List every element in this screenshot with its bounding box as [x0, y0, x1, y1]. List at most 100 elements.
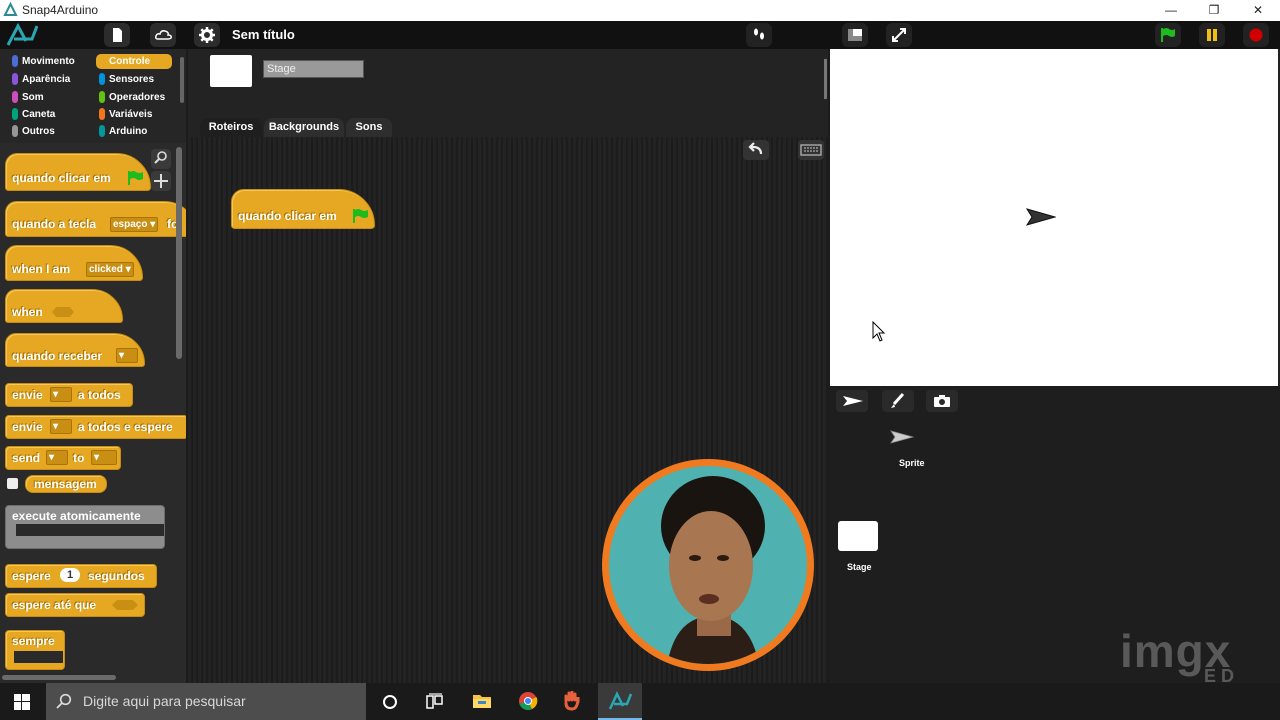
block-text: sempre [12, 634, 55, 648]
boolean-slot[interactable] [52, 307, 74, 317]
block-when-i-am[interactable]: when I am clicked ▾ [5, 245, 143, 281]
message-dropdown[interactable]: ▾ [50, 387, 72, 402]
file-explorer-button[interactable] [462, 683, 502, 720]
category-label: Som [22, 92, 44, 103]
stage[interactable] [830, 49, 1278, 386]
presenter-webcam-overlay [602, 459, 814, 671]
key-dropdown[interactable]: espaço ▾ [110, 217, 159, 232]
palette-add-button[interactable] [151, 171, 171, 191]
arrow-sprite[interactable] [1026, 208, 1056, 226]
sprite-corral: Sprite Stage imgx ED [830, 388, 1280, 686]
scripts-area[interactable]: quando clicar em [188, 137, 828, 683]
pane-resize-handle[interactable] [824, 59, 827, 99]
tab-roteiros[interactable]: Roteiros [200, 118, 262, 137]
category-color-swatch [12, 108, 18, 120]
event-dropdown[interactable]: clicked ▾ [86, 262, 134, 277]
c-slot [16, 524, 164, 536]
tab-sons[interactable]: Sons [346, 118, 392, 137]
green-flag-button[interactable] [1155, 23, 1181, 47]
category-caneta[interactable]: Caneta [9, 107, 85, 122]
chrome-button[interactable] [508, 683, 548, 720]
category-label: Operadores [109, 92, 166, 103]
category-color-swatch [12, 73, 18, 85]
category-color-swatch [99, 55, 105, 67]
taskbar-search-box[interactable]: Digite aqui para pesquisar [46, 683, 366, 720]
message-dropdown[interactable]: ▾ [46, 450, 68, 465]
stop-button[interactable] [1243, 23, 1269, 47]
project-title: Sem título [232, 27, 295, 42]
block-forever[interactable]: sempre [5, 630, 65, 670]
block-message-reporter[interactable]: mensagem [25, 475, 107, 493]
pause-button[interactable] [1199, 23, 1225, 47]
message-checkbox[interactable] [7, 478, 18, 489]
category-outros[interactable]: Outros [9, 124, 85, 139]
block-broadcast[interactable]: envie ▾ a todos [5, 383, 133, 407]
category-scrollbar[interactable] [180, 57, 184, 103]
search-placeholder: Digite aqui para pesquisar [83, 693, 246, 709]
category-controle[interactable]: Controle [96, 54, 172, 69]
tab-backgrounds[interactable]: Backgrounds [264, 118, 344, 137]
snap4arduino-logo-icon [3, 2, 18, 16]
block-when-flag-clicked[interactable]: quando clicar em [5, 153, 151, 191]
stage-size-button[interactable] [842, 23, 868, 47]
restore-button[interactable]: ❐ [1192, 0, 1236, 21]
cloud-menu-button[interactable] [150, 23, 176, 47]
stop-icon [1249, 28, 1263, 42]
snap4arduino-logo-icon [6, 22, 39, 46]
turtle-sprite-button[interactable] [836, 390, 868, 412]
minimize-button[interactable]: — [1149, 0, 1193, 21]
block-atomic[interactable]: execute atomicamente [5, 505, 165, 549]
palette-horizontal-scrollbar[interactable] [2, 675, 116, 680]
close-button[interactable]: ✕ [1236, 0, 1280, 21]
block-send-to[interactable]: send ▾ to ▾ [5, 446, 121, 470]
footprints-icon [754, 28, 764, 40]
app-hand-button[interactable] [552, 683, 592, 720]
start-button[interactable] [0, 683, 46, 720]
target-dropdown[interactable]: ▾ [91, 450, 117, 465]
file-menu-button[interactable] [104, 23, 130, 47]
category-som[interactable]: Som [9, 90, 85, 105]
seconds-input[interactable]: 1 [60, 568, 80, 582]
camera-sprite-button[interactable] [926, 390, 958, 412]
snap4arduino-taskbar-button[interactable] [598, 683, 642, 720]
category-variaveis[interactable]: Variáveis [96, 107, 172, 122]
fullscreen-button[interactable] [886, 23, 912, 47]
paint-new-sprite-button[interactable] [882, 390, 914, 412]
block-when-condition[interactable]: when [5, 289, 123, 323]
category-operadores[interactable]: Operadores [96, 90, 172, 105]
c-slot [14, 651, 63, 663]
category-label: Movimento [22, 56, 75, 67]
task-view-button[interactable] [414, 683, 454, 720]
stage-size-icon [848, 29, 862, 41]
sprite-icon-sprite[interactable]: Sprite [880, 428, 940, 472]
block-when-receive[interactable]: quando receber ▾ [5, 333, 145, 367]
block-wait-until[interactable]: espere até que [5, 593, 145, 617]
chrome-icon [519, 692, 538, 710]
pause-icon [1207, 29, 1217, 41]
undo-button[interactable] [743, 140, 769, 160]
palette-search-button[interactable] [151, 149, 171, 169]
category-color-swatch [99, 73, 105, 85]
stage-icon[interactable]: Stage [836, 518, 880, 576]
script-when-flag-clicked[interactable]: quando clicar em [231, 189, 375, 229]
block-wait-seconds[interactable]: espere 1 segundos [5, 564, 157, 588]
keyboard-entry-button[interactable] [798, 140, 824, 160]
message-dropdown[interactable]: ▾ [50, 419, 72, 434]
cortana-button[interactable] [370, 683, 410, 720]
visible-stepping-button[interactable] [746, 23, 772, 47]
sprite-name-field[interactable]: Stage [263, 60, 364, 78]
arrow-sprite-thumbnail [890, 430, 914, 444]
settings-menu-button[interactable] [194, 23, 220, 47]
snap-logo-button[interactable] [4, 22, 39, 47]
category-aparencia[interactable]: Aparência [9, 72, 85, 87]
block-broadcast-and-wait[interactable]: envie ▾ a todos e espere [5, 415, 186, 439]
boolean-slot[interactable] [112, 600, 138, 610]
category-sensores[interactable]: Sensores [96, 72, 172, 87]
block-when-key-pressed[interactable]: quando a tecla espaço ▾ fo [5, 201, 186, 237]
category-arduino[interactable]: Arduino [96, 124, 172, 139]
task-view-icon [426, 693, 443, 709]
palette-scrollbar[interactable] [176, 147, 182, 359]
block-text: espere [12, 569, 51, 583]
message-dropdown[interactable]: ▾ [116, 348, 138, 363]
category-movimento[interactable]: Movimento [9, 54, 85, 69]
